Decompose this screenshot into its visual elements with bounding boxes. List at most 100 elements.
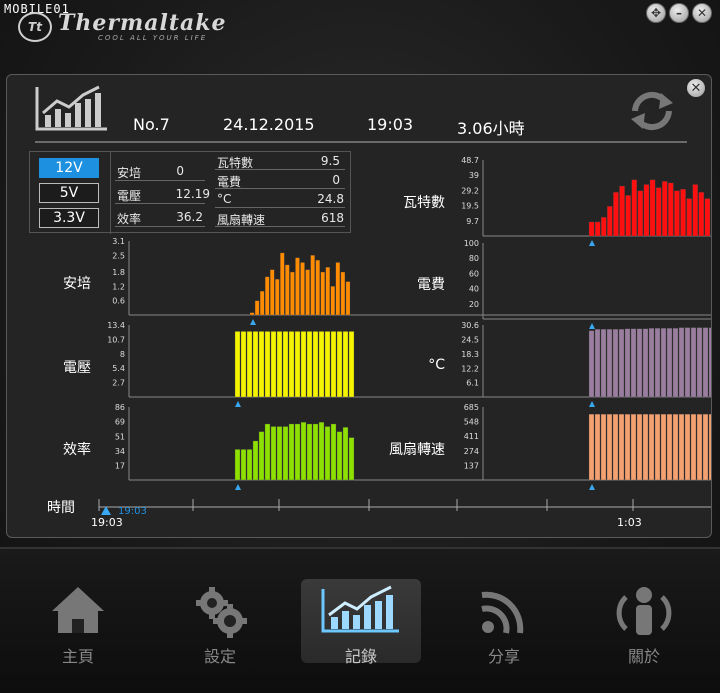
chart-bar xyxy=(259,290,265,316)
chart-bar xyxy=(642,413,649,481)
chart-bar xyxy=(276,331,283,398)
chart-bar xyxy=(613,192,619,237)
chart-bar xyxy=(708,327,711,398)
charts-svg: 3.1 2.5 1.8 1.2 0.6 13.4 10.7 8 5.4 2.7 86 69 51 34 17… xyxy=(98,156,711,515)
chart-bar xyxy=(648,328,655,398)
chart-bar xyxy=(330,286,335,316)
chart-bar xyxy=(637,190,644,237)
chart-tick-label: 80 xyxy=(469,254,479,263)
chart-bar xyxy=(295,257,300,316)
chart-bar xyxy=(654,413,661,481)
nav-settings[interactable]: 設定 xyxy=(165,579,275,666)
chart-bar xyxy=(318,331,325,398)
chart-bar xyxy=(300,422,307,481)
chart-bar xyxy=(264,331,271,398)
chart-tick-label: 10.7 xyxy=(107,336,125,345)
chart-bar xyxy=(288,423,295,481)
nav-home[interactable]: 主頁 xyxy=(23,579,133,666)
chart-bar xyxy=(345,281,351,316)
chart-bar xyxy=(612,413,619,481)
chart-bar xyxy=(312,423,319,481)
title-bar: MOBILE01 Tt Thermaltake COOL ALL YOUR LI… xyxy=(0,0,720,48)
chart-bar xyxy=(618,413,625,481)
chart-bar xyxy=(318,422,325,481)
nav-share-label: 分享 xyxy=(487,647,520,666)
chart-bar xyxy=(240,449,247,481)
chart-bar xyxy=(325,267,330,316)
chart-tick-label: 20 xyxy=(469,300,479,309)
chart-bar xyxy=(324,426,331,481)
chart-bar xyxy=(249,312,255,316)
chart-bar xyxy=(276,426,283,481)
nav-about[interactable]: 關於 xyxy=(589,579,699,666)
chart-bar xyxy=(662,181,668,237)
chart-tick-label: 12.2 xyxy=(461,364,479,373)
chart-bar xyxy=(594,413,601,481)
move-window-icon[interactable]: ✥ xyxy=(646,3,666,23)
chart-tick-label: 2.7 xyxy=(112,378,125,387)
chart-bar xyxy=(692,184,698,237)
chart-bar xyxy=(624,328,631,398)
chart-bar xyxy=(310,255,315,316)
chart-bar xyxy=(702,413,709,481)
nav-share[interactable]: 分享 xyxy=(449,579,559,666)
chart-bar xyxy=(690,413,697,481)
app-window: MOBILE01 Tt Thermaltake COOL ALL YOUR LI… xyxy=(0,0,720,693)
chart-bar xyxy=(704,198,711,237)
chart-record-icon xyxy=(321,585,399,633)
chart-tick-label: 19.5 xyxy=(461,202,479,211)
chart-bar xyxy=(607,206,613,237)
chart-tick-label: 9.7 xyxy=(466,217,479,226)
bottom-nav-bar: 主頁 設定 記錄 分享 關於 xyxy=(0,547,720,693)
chart-bar xyxy=(300,331,307,398)
chart-bar xyxy=(696,413,703,481)
chart-bar xyxy=(588,413,595,481)
chart-tick-label: 24.5 xyxy=(461,335,479,344)
chart-bar xyxy=(342,427,349,481)
chart-bar xyxy=(631,179,637,237)
chart-bar xyxy=(315,259,320,316)
chart-bar xyxy=(642,328,649,398)
chart-bar xyxy=(306,423,313,481)
chart-bar xyxy=(636,413,643,481)
chart-bar xyxy=(246,331,253,398)
chart-bar xyxy=(686,198,692,237)
chart-bar xyxy=(320,271,325,316)
timeline-end: 1:03 xyxy=(617,516,642,529)
chart-tick-label: 411 xyxy=(464,432,479,441)
chart-bar xyxy=(666,413,673,481)
chart-bar xyxy=(252,331,259,398)
close-window-button[interactable]: ✕ xyxy=(692,3,712,23)
chart-bar xyxy=(619,185,625,237)
chart-bar xyxy=(234,331,241,398)
chart-bar xyxy=(636,328,643,398)
chart-tick-label: 5.4 xyxy=(112,364,125,373)
brand-badge-icon: Tt xyxy=(18,12,52,42)
chart-tick-label: 30.6 xyxy=(461,321,479,330)
nav-record[interactable]: 記錄 xyxy=(301,579,421,666)
chart-bar xyxy=(280,252,285,316)
chart-bar xyxy=(594,221,601,237)
chart-start-marker xyxy=(589,323,595,329)
chart-bar xyxy=(674,190,680,237)
brand-logo: Tt Thermaltake COOL ALL YOUR LIFE xyxy=(18,12,227,42)
chart-tick-label: 548 xyxy=(464,418,479,427)
minimize-button[interactable]: – xyxy=(669,3,689,23)
chart-bar xyxy=(340,271,346,316)
chart-bar xyxy=(625,195,631,237)
chart-bar xyxy=(601,217,607,237)
chart-bar xyxy=(588,221,595,237)
chart-start-marker xyxy=(250,319,256,325)
chart-bar xyxy=(672,413,679,481)
chart-tick-label: 34 xyxy=(115,447,125,456)
chart-bar xyxy=(330,331,337,398)
chart-tick-label: 274 xyxy=(464,447,479,456)
chart-bar xyxy=(696,327,703,398)
chart-bar xyxy=(606,413,613,481)
chart-bar xyxy=(240,331,247,398)
about-person-icon xyxy=(616,587,672,635)
chart-bar xyxy=(618,329,625,398)
chart-tick-label: 2.5 xyxy=(112,251,125,260)
nav-home-label: 主頁 xyxy=(61,647,94,666)
chart-bar xyxy=(312,331,319,398)
